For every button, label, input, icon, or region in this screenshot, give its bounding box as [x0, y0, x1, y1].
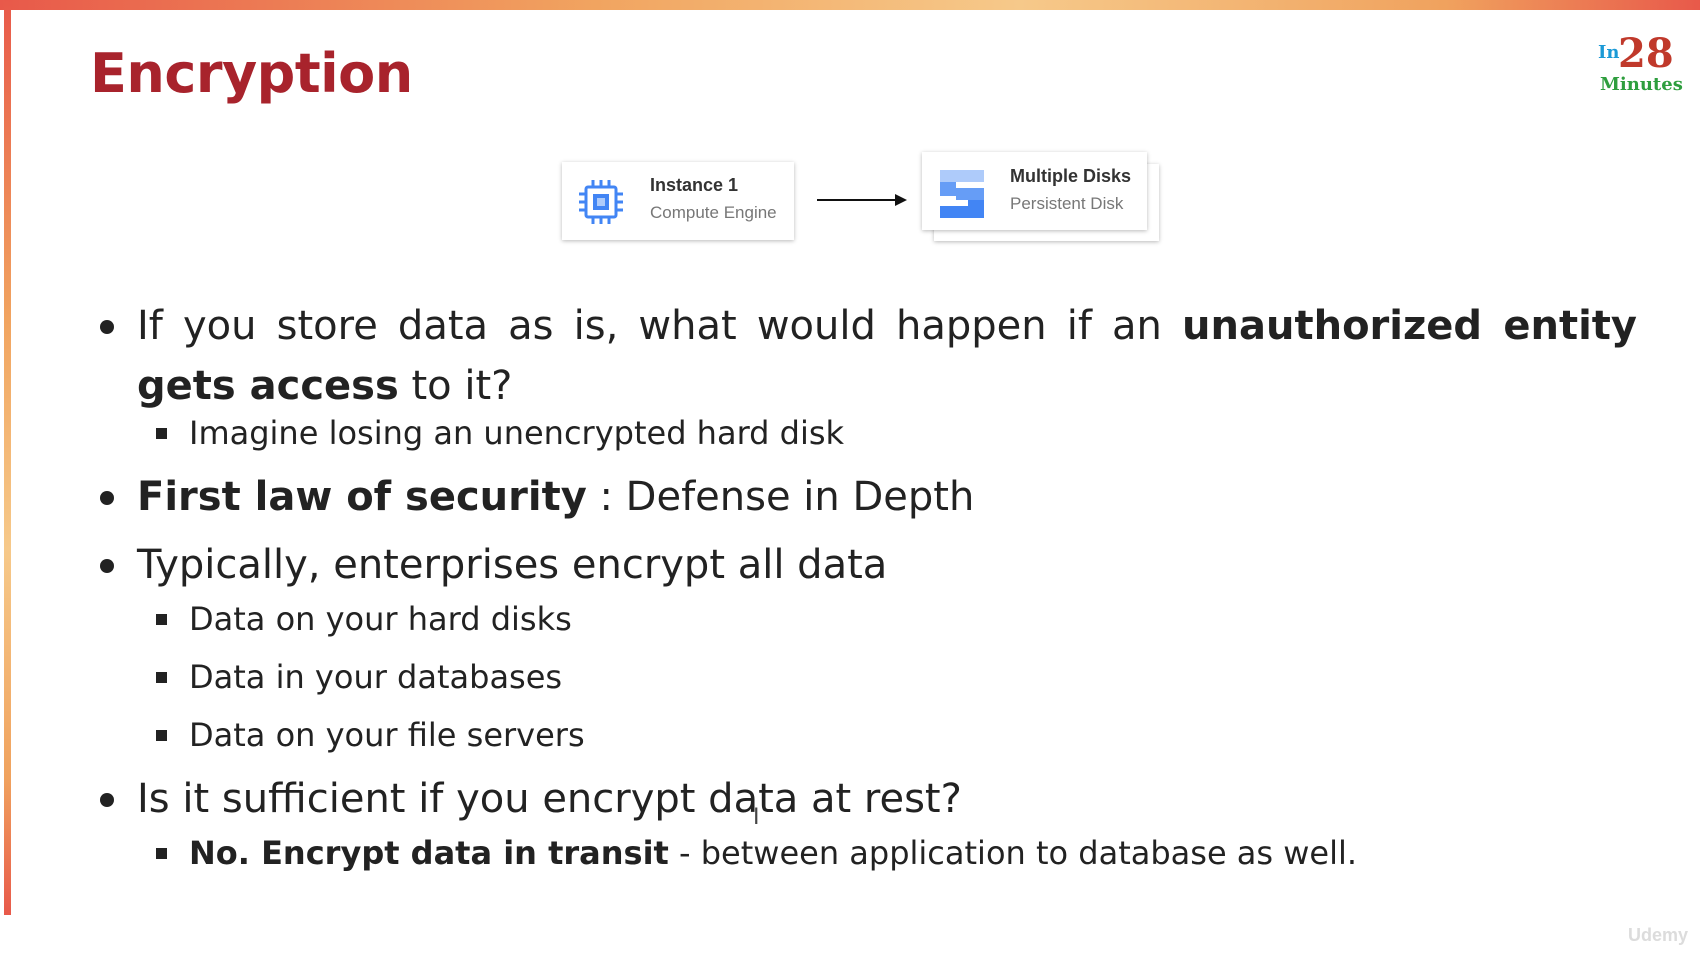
instance-name: Instance 1: [650, 175, 739, 195]
udemy-watermark: Udemy: [1628, 925, 1689, 945]
in28minutes-logo: In 28 Minutes: [1596, 30, 1683, 100]
bullet-dot: [100, 793, 114, 807]
subbullet-text: Data on your hard disks: [189, 600, 572, 638]
subbullet-text: Imagine losing an unencrypted hard disk: [189, 414, 845, 452]
subbullet-databases: Data in your databases: [156, 658, 563, 696]
bullet-dot: [100, 559, 114, 573]
subbullet-text: Data in your databases: [189, 658, 563, 696]
logo-in: In: [1598, 42, 1620, 63]
subbullet-bold-text: No. Encrypt data in transit: [189, 834, 669, 872]
disks-name: Multiple Disks: [1010, 166, 1132, 186]
subbullet-square: [156, 614, 167, 625]
subbullet-losing-disk: Imagine losing an unencrypted hard disk: [156, 414, 845, 452]
compute-engine-chip-icon: [579, 180, 623, 224]
instance-card: Instance 1 Compute Engine: [562, 162, 794, 240]
subbullet-square: [156, 672, 167, 683]
bullet-dot: [100, 320, 114, 334]
bullet-enterprises: Typically, enterprises encrypt all data: [100, 542, 888, 588]
subbullet-file-servers: Data on your file servers: [156, 716, 585, 754]
top-border: [0, 0, 1700, 10]
bullet-text-suffix: to it?: [398, 363, 513, 409]
bullet-unauthorized-access: If you store data as is, what would happ…: [100, 296, 1637, 416]
bullet-bold-text: First law of security: [137, 474, 587, 520]
disks-card: Multiple Disks Persistent Disk: [922, 152, 1147, 230]
bullet-text: Is it sufficient if you encrypt data at …: [137, 776, 962, 822]
bullet-text: Typically, enterprises encrypt all data: [137, 542, 888, 588]
left-border: [4, 0, 11, 915]
bullet-first-law: First law of security : Defense in Depth: [100, 474, 975, 520]
disks-service: Persistent Disk: [1010, 194, 1124, 213]
bullet-text: : Defense in Depth: [586, 474, 975, 520]
text-cursor-icon: I: [753, 805, 760, 830]
bullet-data-at-rest: Is it sufficient if you encrypt data at …: [100, 776, 962, 822]
subbullet-text: Data on your file servers: [189, 716, 585, 754]
persistent-disk-icon: [940, 170, 984, 218]
bullet-dot: [100, 491, 114, 505]
arrow-right-icon: [817, 194, 907, 206]
logo-number: 28: [1618, 30, 1674, 77]
slide-title: Encryption: [90, 42, 413, 105]
subbullet-hard-disks: Data on your hard disks: [156, 600, 572, 638]
subbullet-text: - between application to database as wel…: [668, 834, 1358, 872]
subbullet-square: [156, 848, 167, 859]
subbullet-data-in-transit: No. Encrypt data in transit - between ap…: [156, 834, 1358, 872]
logo-minutes: Minutes: [1600, 74, 1683, 95]
instance-service: Compute Engine: [650, 203, 777, 222]
subbullet-square: [156, 428, 167, 439]
bullet-text: If you store data as is, what would happ…: [137, 303, 1183, 349]
subbullet-square: [156, 730, 167, 741]
